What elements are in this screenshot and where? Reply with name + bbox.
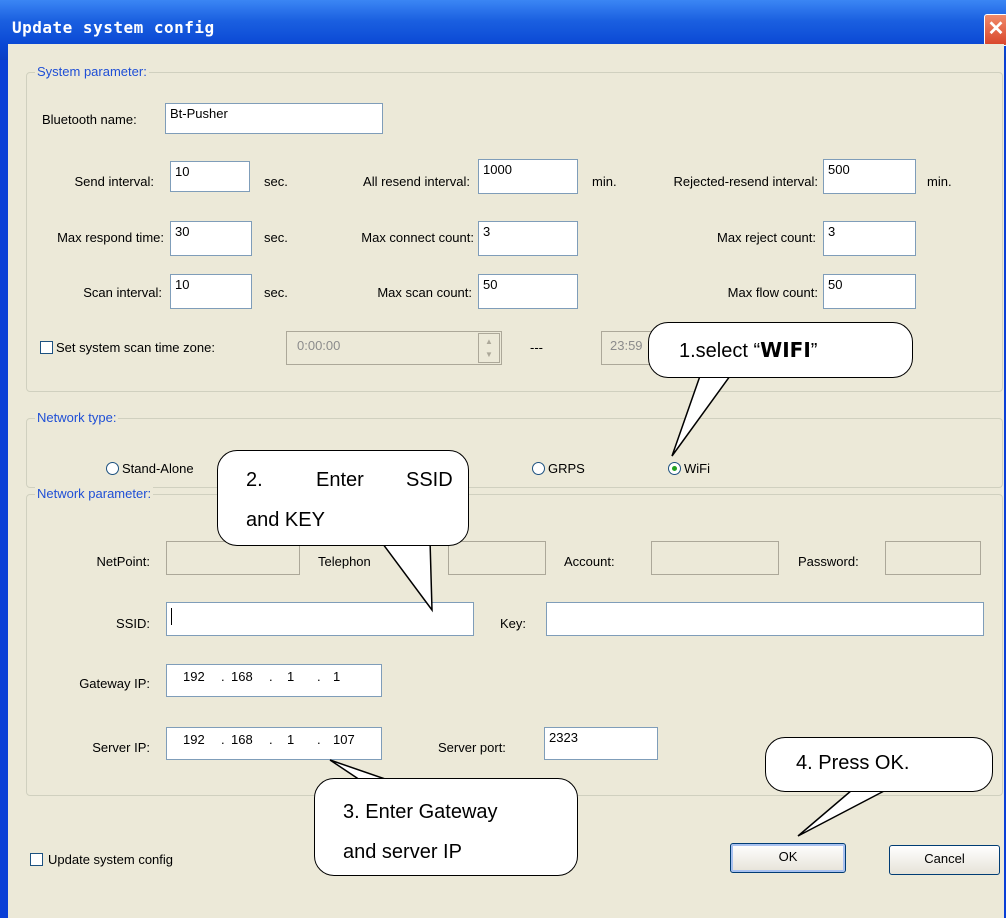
cancel-button[interactable]: Cancel bbox=[889, 845, 1000, 875]
bluetooth-name-field[interactable]: Bt-Pusher bbox=[165, 103, 383, 134]
radio-stand-alone[interactable] bbox=[106, 462, 119, 475]
rejected-resend-interval-label: Rejected-resend interval: bbox=[673, 174, 818, 189]
callout-enter-gateway: 3. Enter Gateway and server IP bbox=[314, 778, 578, 876]
max-reject-count-field[interactable]: 3 bbox=[823, 221, 916, 256]
callout-3-line-1: 3. Enter Gateway bbox=[343, 801, 498, 823]
system-parameter-label: System parameter: bbox=[35, 64, 149, 79]
telephone-label: Telephon bbox=[318, 554, 371, 569]
max-flow-count-label: Max flow count: bbox=[727, 285, 818, 300]
key-label: Key: bbox=[500, 616, 527, 631]
scan-interval-field[interactable]: 10 bbox=[170, 274, 252, 309]
account-field[interactable] bbox=[651, 541, 779, 575]
radio-grps[interactable] bbox=[532, 462, 545, 475]
max-scan-count-field[interactable]: 50 bbox=[478, 274, 578, 309]
server-port-label: Server port: bbox=[438, 740, 506, 755]
max-scan-count-label: Max scan count: bbox=[377, 285, 472, 300]
server-ip-octet-3: 1 bbox=[287, 732, 295, 747]
max-respond-time-field[interactable]: 30 bbox=[170, 221, 252, 256]
bluetooth-name-label: Bluetooth name: bbox=[42, 112, 137, 127]
max-flow-count-field[interactable]: 50 bbox=[823, 274, 916, 309]
window-title: Update system config bbox=[12, 18, 215, 37]
server-ip-octet-1: 192 bbox=[183, 732, 205, 747]
network-parameter-label: Network parameter: bbox=[35, 486, 154, 501]
ip-dot-icon: . bbox=[269, 669, 273, 684]
ip-dot-icon: . bbox=[221, 732, 225, 747]
callout-2-line-2: and KEY bbox=[246, 509, 325, 531]
all-resend-interval-label: All resend interval: bbox=[363, 174, 470, 189]
callout-select-wifi: 1.select “WIFI” bbox=[648, 322, 913, 378]
key-field[interactable] bbox=[546, 602, 984, 636]
rejected-resend-interval-field[interactable]: 500 bbox=[823, 159, 916, 194]
scan-time-dash: --- bbox=[530, 340, 543, 355]
all-resend-interval-unit: min. bbox=[592, 174, 617, 189]
account-label: Account: bbox=[564, 554, 615, 569]
update-config-label: Update system config bbox=[48, 852, 174, 867]
callout-press-ok: 4. Press OK. bbox=[765, 737, 993, 792]
max-connect-count-field[interactable]: 3 bbox=[478, 221, 578, 256]
scan-time-zone-start[interactable]: 0:00:00 bbox=[286, 331, 502, 365]
password-label: Password: bbox=[798, 554, 859, 569]
gateway-ip-octet-4: 1 bbox=[333, 669, 341, 684]
close-icon[interactable]: ✕ bbox=[984, 14, 1006, 46]
callout-2-word-2: Enter bbox=[316, 469, 364, 491]
spin-down-icon[interactable]: ▼ bbox=[485, 350, 493, 359]
server-ip-label: Server IP: bbox=[92, 740, 150, 755]
server-port-field[interactable]: 2323 bbox=[544, 727, 658, 760]
scan-interval-unit: sec. bbox=[264, 285, 288, 300]
gateway-ip-octet-3: 1 bbox=[287, 669, 295, 684]
callout-enter-ssid: 2. Enter SSID and KEY bbox=[217, 450, 469, 546]
ssid-field[interactable] bbox=[166, 602, 474, 636]
scan-time-zone-label: Set system scan time zone: bbox=[56, 340, 215, 355]
ip-dot-icon: . bbox=[317, 669, 321, 684]
callout-2-word-3: SSID bbox=[406, 469, 453, 491]
send-interval-field[interactable]: 10 bbox=[170, 161, 250, 192]
scan-interval-label: Scan interval: bbox=[83, 285, 162, 300]
send-interval-label: Send interval: bbox=[74, 174, 155, 189]
scan-time-zone-checkbox[interactable] bbox=[40, 341, 53, 354]
ip-dot-icon: . bbox=[317, 732, 321, 747]
callout-3-line-2: and server IP bbox=[343, 841, 462, 863]
gateway-ip-field[interactable]: 192 . 168 . 1 . 1 bbox=[166, 664, 382, 697]
rejected-resend-interval-unit: min. bbox=[927, 174, 952, 189]
netpoint-field[interactable] bbox=[166, 541, 300, 575]
max-connect-count-label: Max connect count: bbox=[361, 230, 474, 245]
callout-4-text: 4. Press OK. bbox=[796, 752, 910, 774]
callout-2-word-1: 2. bbox=[246, 469, 263, 491]
password-field[interactable] bbox=[885, 541, 981, 575]
server-ip-octet-4: 107 bbox=[333, 732, 355, 747]
network-type-label: Network type: bbox=[35, 410, 119, 425]
callout-1-pre: 1.select “ bbox=[679, 340, 761, 362]
radio-wifi-label: WiFi bbox=[684, 461, 710, 476]
max-reject-count-label: Max reject count: bbox=[717, 230, 816, 245]
radio-grps-label: GRPS bbox=[548, 461, 585, 476]
gateway-ip-octet-1: 192 bbox=[183, 669, 205, 684]
max-respond-time-label: Max respond time: bbox=[57, 230, 164, 245]
callout-1-bold: WIFI bbox=[760, 338, 811, 362]
server-ip-field[interactable]: 192 . 168 . 1 . 107 bbox=[166, 727, 382, 760]
ssid-label: SSID: bbox=[116, 616, 150, 631]
network-type-group: Network type: bbox=[26, 410, 1003, 488]
max-respond-time-unit: sec. bbox=[264, 230, 288, 245]
netpoint-label: NetPoint: bbox=[96, 554, 150, 569]
all-resend-interval-field[interactable]: 1000 bbox=[478, 159, 578, 194]
ip-dot-icon: . bbox=[221, 669, 225, 684]
telephone-field[interactable] bbox=[448, 541, 546, 575]
scan-time-spinner[interactable]: ▲ ▼ bbox=[478, 333, 500, 363]
callout-1-post: ” bbox=[810, 340, 818, 362]
gateway-ip-octet-2: 168 bbox=[231, 669, 253, 684]
gateway-ip-label: Gateway IP: bbox=[79, 676, 150, 691]
spin-up-icon[interactable]: ▲ bbox=[485, 337, 493, 346]
server-ip-octet-2: 168 bbox=[231, 732, 253, 747]
send-interval-unit: sec. bbox=[264, 174, 288, 189]
update-config-checkbox[interactable] bbox=[30, 853, 43, 866]
radio-wifi[interactable] bbox=[668, 462, 681, 475]
ip-dot-icon: . bbox=[269, 732, 273, 747]
text-cursor bbox=[171, 608, 172, 625]
radio-stand-alone-label: Stand-Alone bbox=[122, 461, 194, 476]
ok-button[interactable]: OK bbox=[730, 843, 846, 873]
